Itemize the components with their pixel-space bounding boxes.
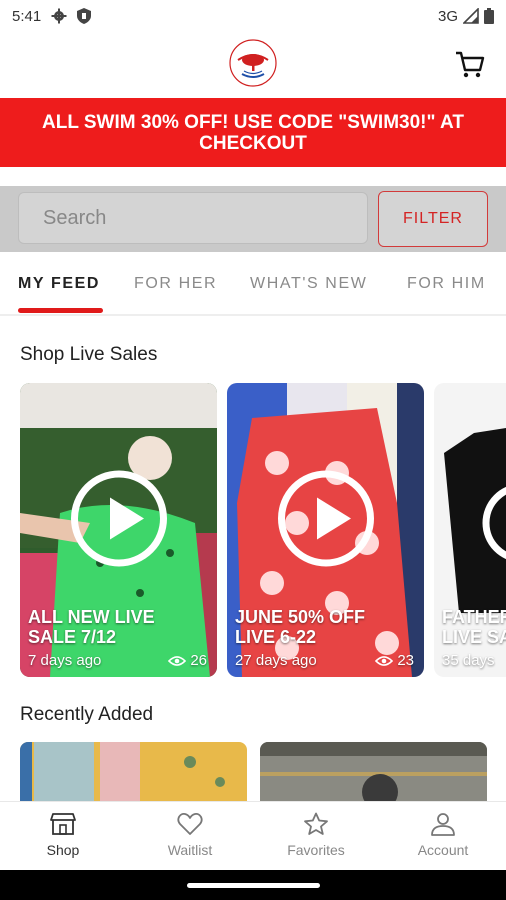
live-sale-title: JUNE 50% OFF LIVE 6-22 xyxy=(235,607,365,647)
heart-icon xyxy=(177,813,203,835)
search-bar: Search FILTER xyxy=(0,186,506,252)
recent-product-thumbnail xyxy=(260,742,487,802)
app-header xyxy=(0,32,506,98)
active-tab-indicator xyxy=(18,308,103,313)
network-label: 3G xyxy=(437,7,458,25)
live-sale-view-count: 26 xyxy=(190,652,207,669)
nav-label: Shop xyxy=(46,842,80,858)
live-sale-views: 23 xyxy=(375,652,414,669)
search-placeholder: Search xyxy=(43,206,107,229)
live-sale-title-line2: LIVE SA xyxy=(442,627,506,647)
search-input[interactable]: Search xyxy=(18,192,368,244)
live-sale-meta: 7 days ago 26 xyxy=(28,652,207,669)
live-sale-age: 7 days ago xyxy=(28,652,102,669)
recent-product-card[interactable] xyxy=(20,742,247,802)
live-sale-views: 26 xyxy=(168,652,207,669)
live-sale-title-line2: LIVE 6-22 xyxy=(235,627,317,647)
star-icon xyxy=(304,812,328,835)
battery-icon xyxy=(484,8,494,24)
status-time: 5:41 xyxy=(12,7,42,25)
category-tabs: MY FEED FOR HER WHAT'S NEW FOR HIM xyxy=(0,258,506,316)
shield-icon xyxy=(77,8,92,24)
tab-whats-new[interactable]: WHAT'S NEW xyxy=(250,258,367,310)
live-sale-age: 27 days ago xyxy=(235,652,317,669)
eye-icon xyxy=(168,655,187,666)
recent-product-thumbnail xyxy=(20,742,247,802)
live-sale-meta: 35 days xyxy=(442,652,496,669)
nav-label: Favorites xyxy=(287,842,345,858)
section-title-recently-added: Recently Added xyxy=(20,704,154,725)
shop-icon xyxy=(50,813,76,835)
live-sale-title-line1: FATHER xyxy=(442,607,506,627)
live-sale-age: 35 days xyxy=(442,652,495,669)
signal-icon xyxy=(463,8,479,24)
filter-button[interactable]: FILTER xyxy=(378,191,488,247)
person-icon xyxy=(431,813,455,836)
promo-banner[interactable]: ALL SWIM 30% OFF! USE CODE "SWIM30!" AT … xyxy=(0,98,506,167)
nav-label: Waitlist xyxy=(167,842,213,858)
system-gesture-bar xyxy=(0,870,506,900)
filter-label: FILTER xyxy=(403,210,463,227)
live-sale-card[interactable]: ALL NEW LIVE SALE 7/12 7 days ago 26 xyxy=(20,383,217,677)
play-button-icon[interactable] xyxy=(482,483,506,563)
nav-item-favorites[interactable]: Favorites xyxy=(266,812,366,858)
live-sale-view-count: 23 xyxy=(397,652,414,669)
play-button-icon[interactable] xyxy=(277,470,374,567)
nav-item-shop[interactable]: Shop xyxy=(13,812,113,858)
pecan-creek-outfitters-logo[interactable] xyxy=(228,38,278,88)
live-sale-title: FATHER LIVE SA xyxy=(442,607,506,647)
live-sale-meta: 27 days ago 23 xyxy=(235,652,414,669)
live-sale-title-line1: JUNE 50% OFF xyxy=(235,607,366,627)
tab-for-him[interactable]: FOR HIM xyxy=(407,258,486,310)
settings-gear-icon xyxy=(51,8,67,24)
home-gesture-handle[interactable] xyxy=(187,883,320,888)
tab-my-feed[interactable]: MY FEED xyxy=(18,258,100,310)
live-sale-title: ALL NEW LIVE SALE 7/12 xyxy=(28,607,155,647)
live-sale-card[interactable]: FATHER LIVE SA 35 days xyxy=(434,383,506,677)
play-button-icon[interactable] xyxy=(70,470,167,567)
tab-for-her[interactable]: FOR HER xyxy=(134,258,217,310)
status-bar: 5:41 3G xyxy=(0,0,506,32)
promo-text: ALL SWIM 30% OFF! USE CODE "SWIM30!" AT … xyxy=(42,111,464,154)
cart-icon[interactable] xyxy=(454,48,486,80)
bottom-navigation: Shop Waitlist Favorites Account xyxy=(0,801,506,870)
live-sale-card[interactable]: JUNE 50% OFF LIVE 6-22 27 days ago 23 xyxy=(227,383,424,677)
nav-label: Account xyxy=(417,842,469,858)
section-title-live-sales: Shop Live Sales xyxy=(20,344,158,365)
live-sale-title-line1: ALL NEW LIVE xyxy=(28,607,155,627)
eye-icon xyxy=(375,655,394,666)
live-sale-title-line2: SALE 7/12 xyxy=(28,627,117,647)
recent-product-card[interactable] xyxy=(260,742,487,802)
nav-item-waitlist[interactable]: Waitlist xyxy=(140,812,240,858)
nav-item-account[interactable]: Account xyxy=(393,812,493,858)
